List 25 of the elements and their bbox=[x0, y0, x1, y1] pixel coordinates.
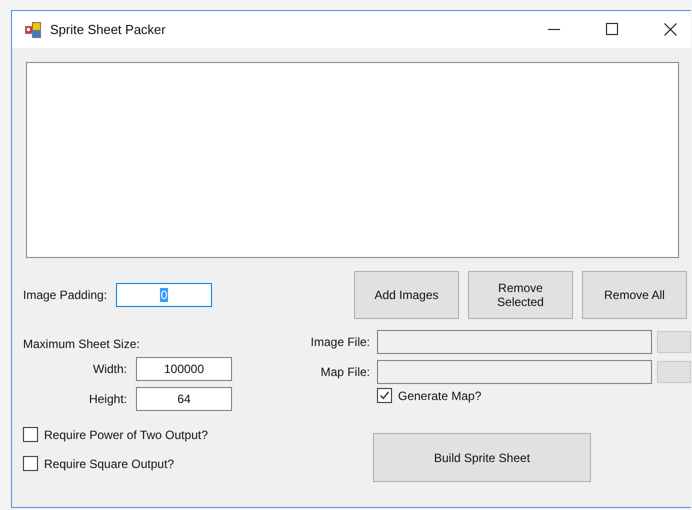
field-label: Map File: bbox=[320, 365, 370, 379]
checkbox[interactable] bbox=[23, 427, 38, 442]
window-title: Sprite Sheet Packer bbox=[50, 22, 167, 37]
action-button[interactable]: Remove All bbox=[582, 271, 687, 319]
checkbox-label: Require Power of Two Output? bbox=[44, 428, 208, 442]
action-button[interactable]: Remove Selected bbox=[468, 271, 573, 319]
checkbox-label: Require Square Output? bbox=[44, 456, 174, 470]
checkbox[interactable] bbox=[23, 456, 38, 471]
size-field[interactable]: 100000 bbox=[136, 357, 232, 381]
file-path-field[interactable] bbox=[377, 330, 652, 354]
app-icon bbox=[25, 22, 41, 38]
sheet-size-label: Maximum Sheet Size: bbox=[23, 337, 141, 351]
size-field[interactable]: 64 bbox=[136, 387, 232, 411]
checkbox-label: Generate Map? bbox=[398, 388, 482, 402]
file-path-field[interactable] bbox=[377, 360, 652, 384]
field-label: Image File: bbox=[310, 335, 370, 349]
action-button[interactable]: Add Images bbox=[354, 271, 459, 319]
checkbox[interactable] bbox=[377, 388, 392, 403]
close-icon[interactable] bbox=[664, 23, 677, 36]
check-icon bbox=[379, 390, 390, 401]
build-button[interactable]: Build Sprite Sheet bbox=[373, 433, 591, 482]
padding-label: Image Padding: bbox=[23, 288, 108, 302]
field-label: Height: bbox=[88, 392, 127, 406]
maximize-icon[interactable] bbox=[606, 23, 618, 35]
field-label: Width: bbox=[92, 362, 127, 376]
